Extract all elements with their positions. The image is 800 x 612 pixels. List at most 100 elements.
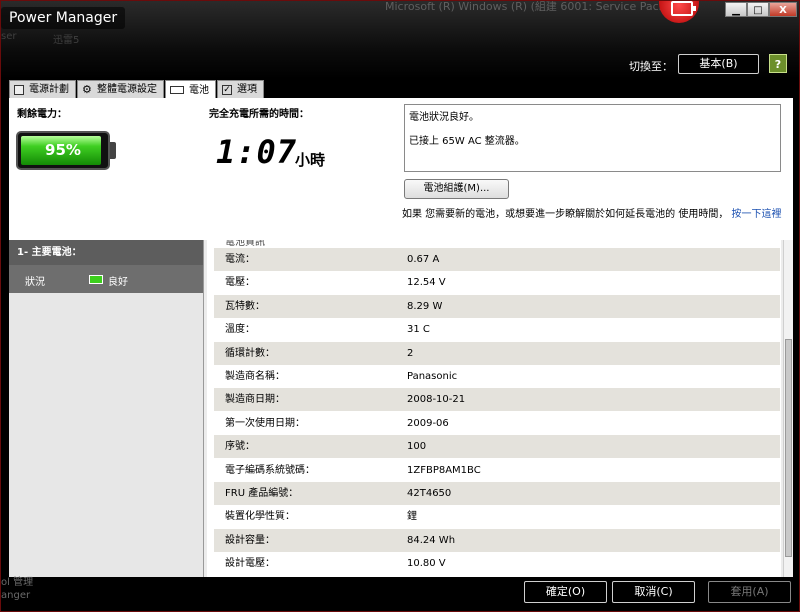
- background-text-line: ol 管理: [1, 577, 34, 588]
- row-key: 瓦特數：: [225, 300, 265, 312]
- background-text: ol 管理 anger: [1, 576, 33, 602]
- row-value: 0.67 A: [407, 254, 440, 265]
- row-value: 12.54 V: [407, 277, 446, 289]
- basic-mode-button[interactable]: 基本(B): [678, 54, 759, 74]
- battery-list-sidebar: 1- 主要電池： 狀況 良好: [9, 240, 204, 577]
- tab-power-plan[interactable]: 電源計劃: [9, 80, 76, 98]
- cancel-button[interactable]: 取消(C): [612, 581, 695, 603]
- table-row: 製造商名稱： Panasonic: [214, 365, 780, 388]
- battery-details-area: 1- 主要電池： 狀況 良好 電池資訊 電流： 0.67 A 電壓： 12.54 V 瓦…: [9, 240, 793, 577]
- status-line: 已接上 65W AC 整流器。: [409, 136, 525, 147]
- row-key: FRU 產品編號：: [225, 488, 299, 499]
- row-value: 100: [407, 441, 427, 453]
- background-text-line: anger: [1, 590, 31, 601]
- table-row: 序號： 100: [214, 435, 780, 459]
- row-key: 電流：: [225, 254, 255, 265]
- tab-label: 電源計劃: [29, 84, 69, 95]
- row-value: 鋰: [407, 511, 417, 523]
- table-row: FRU 產品編號： 42T4650: [214, 482, 780, 505]
- row-key: 電壓：: [225, 277, 255, 289]
- battery-percent: 95%: [45, 141, 81, 159]
- details-scrollbar[interactable]: [783, 240, 793, 577]
- details-table: 電池資訊 電流： 0.67 A 電壓： 12.54 V 瓦特數： 8.29 W 溫度： 31 …: [207, 240, 781, 577]
- scrollbar-thumb[interactable]: [785, 339, 792, 557]
- row-value: Panasonic: [407, 371, 458, 382]
- row-key: 裝置化學性質：: [225, 511, 295, 523]
- row-key: 循環計數：: [225, 347, 275, 359]
- row-value: 8.29 W: [407, 300, 443, 312]
- row-key: 製造商名稱：: [225, 371, 285, 382]
- table-row: 電壓： 12.54 V: [214, 271, 780, 295]
- tip-body: 如果 您需要新的電池，或想要進一步瞭解關於如何延長電池的 使用時間，: [402, 209, 729, 220]
- row-key: 設計容量：: [225, 534, 275, 546]
- row-value: 2008-10-21: [407, 394, 466, 406]
- status-value: 良好: [108, 277, 128, 288]
- row-key: 序號：: [225, 441, 255, 453]
- background-text: 迅雷5: [53, 35, 80, 46]
- table-row: 設計容量： 84.24 Wh: [214, 528, 780, 552]
- switch-label: 切換至：: [629, 60, 673, 73]
- row-value: 2: [407, 347, 414, 359]
- table-row: 電流： 0.67 A: [214, 248, 780, 271]
- battery-summary-panel: 剩餘電力： 95% 完全充電所需的時間： 1:07 小時 電池狀況良好。 已接上…: [9, 98, 793, 240]
- tab-label: 電池: [189, 84, 209, 96]
- table-row: 溫度： 31 C: [214, 318, 780, 342]
- background-text: ser: [1, 31, 17, 42]
- row-key: 溫度：: [225, 324, 255, 336]
- table-row: 設計電壓： 10.80 V: [214, 552, 780, 576]
- table-row: 製造商日期： 2008-10-21: [214, 388, 780, 412]
- window-title: Power Manager: [1, 7, 126, 29]
- sidebar-status-row: 狀況 良好: [9, 265, 203, 293]
- maximize-button[interactable]: □: [747, 2, 769, 17]
- sidebar-item-main-battery[interactable]: 1- 主要電池：: [9, 240, 203, 265]
- power-manager-window: Microsoft (R) Windows (R) (組建 6001: Serv…: [0, 0, 800, 612]
- row-key: 設計電壓：: [225, 558, 275, 570]
- tab-global-settings[interactable]: ⚙ 整體電源設定: [77, 80, 164, 98]
- gear-icon: ⚙: [82, 82, 92, 96]
- battery-maintenance-button[interactable]: 電池組護(M)...: [404, 179, 509, 199]
- status-label: 狀況: [25, 277, 45, 288]
- battery-status-icon: [89, 275, 103, 284]
- tab-label: 整體電源設定: [97, 84, 157, 95]
- row-value: 42T4650: [407, 488, 452, 499]
- row-key: 第一次使用日期：: [225, 417, 305, 429]
- partial-section-header: 電池資訊: [225, 240, 265, 248]
- battery-icon: [170, 86, 184, 94]
- minimize-button[interactable]: ▁: [725, 2, 747, 17]
- window-controls: ▁ □ X: [725, 2, 797, 17]
- row-value: 84.24 Wh: [407, 534, 456, 546]
- row-value: 10.80 V: [407, 558, 446, 570]
- close-button[interactable]: X: [769, 2, 797, 17]
- table-row: 裝置化學性質： 鋰: [214, 505, 780, 529]
- tab-options[interactable]: ✓ 選項: [217, 80, 264, 98]
- row-key: 電子編碼系統號碼：: [225, 464, 315, 476]
- tab-battery[interactable]: 電池: [165, 80, 216, 99]
- help-icon[interactable]: ?: [769, 54, 787, 73]
- table-row: 循環計數： 2: [214, 341, 780, 365]
- table-row: 瓦特數： 8.29 W: [214, 294, 780, 318]
- row-value: 31 C: [407, 324, 430, 336]
- remaining-power-label: 剩餘電力：: [17, 109, 67, 120]
- checkbox-icon: ✓: [222, 84, 232, 95]
- charge-time-label: 完全充電所需的時間：: [209, 109, 309, 120]
- apply-button[interactable]: 套用(A): [708, 581, 791, 603]
- table-row: 第一次使用日期： 2009-06: [214, 411, 780, 435]
- status-message-box: 電池狀況良好。 已接上 65W AC 整流器。: [404, 104, 781, 172]
- battery-gauge: 95%: [16, 131, 110, 170]
- battery-terminal: [110, 142, 116, 159]
- row-value: 2009-06: [407, 417, 449, 429]
- row-key: 製造商日期：: [225, 394, 285, 406]
- battery-logo-icon: [659, 1, 699, 23]
- table-row: 電子編碼系統號碼： 1ZFBP8AM1BC: [214, 458, 780, 482]
- plan-icon: [14, 84, 24, 95]
- tip-text: 如果 您需要新的電池，或想要進一步瞭解關於如何延長電池的 使用時間， 按一下這裡: [402, 205, 782, 220]
- status-line: 電池狀況良好。: [409, 112, 479, 123]
- ok-button[interactable]: 確定(O): [524, 581, 607, 603]
- tab-bar: 電源計劃 ⚙ 整體電源設定 電池 ✓ 選項: [9, 80, 265, 99]
- tab-label: 選項: [237, 84, 257, 95]
- charge-time: 1:07: [216, 133, 298, 171]
- click-here-link[interactable]: 按一下這裡: [732, 209, 782, 220]
- charge-time-unit: 小時: [295, 151, 326, 169]
- row-value: 1ZFBP8AM1BC: [407, 464, 481, 476]
- background-window-title: Microsoft (R) Windows (R) (組建 6001: Serv…: [385, 0, 680, 13]
